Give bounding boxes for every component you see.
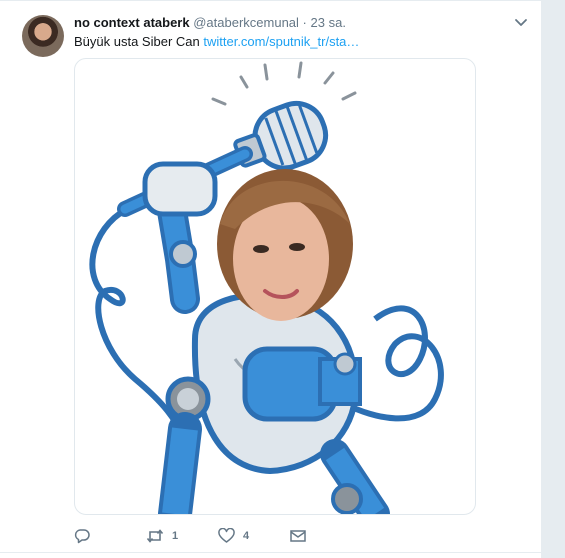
dm-button[interactable] xyxy=(290,529,306,543)
robot-illustration xyxy=(89,61,444,514)
tweet-card[interactable]: no context ataberk @ataberkcemunal · 23 … xyxy=(0,0,542,558)
reply-icon xyxy=(74,528,90,544)
divider xyxy=(0,552,541,553)
like-count: 4 xyxy=(243,530,250,542)
retweet-button[interactable]: 1 xyxy=(146,528,218,544)
timestamp[interactable]: 23 sa. xyxy=(311,15,346,30)
tweet-link[interactable]: twitter.com/sputnik_tr/sta… xyxy=(203,34,359,49)
retweet-count: 1 xyxy=(172,530,179,542)
tweet-text: Büyük usta Siber Can twitter.com/sputnik… xyxy=(74,33,359,51)
chevron-down-icon[interactable] xyxy=(513,16,529,28)
display-name[interactable]: no context ataberk xyxy=(74,15,190,30)
heart-icon xyxy=(218,528,235,544)
tweet-header: no context ataberk @ataberkcemunal · 23 … xyxy=(74,14,346,32)
user-handle[interactable]: @ataberkcemunal xyxy=(193,15,299,30)
envelope-icon xyxy=(290,529,306,543)
divider xyxy=(0,0,541,4)
tweet-actions: 1 4 xyxy=(74,527,306,545)
avatar[interactable] xyxy=(22,15,64,57)
tweet-text-body: Büyük usta Siber Can xyxy=(74,34,204,49)
reply-button[interactable] xyxy=(74,528,146,544)
media-image[interactable] xyxy=(74,58,476,515)
separator-dot: · xyxy=(302,15,307,30)
retweet-icon xyxy=(146,528,164,544)
like-button[interactable]: 4 xyxy=(218,528,290,544)
